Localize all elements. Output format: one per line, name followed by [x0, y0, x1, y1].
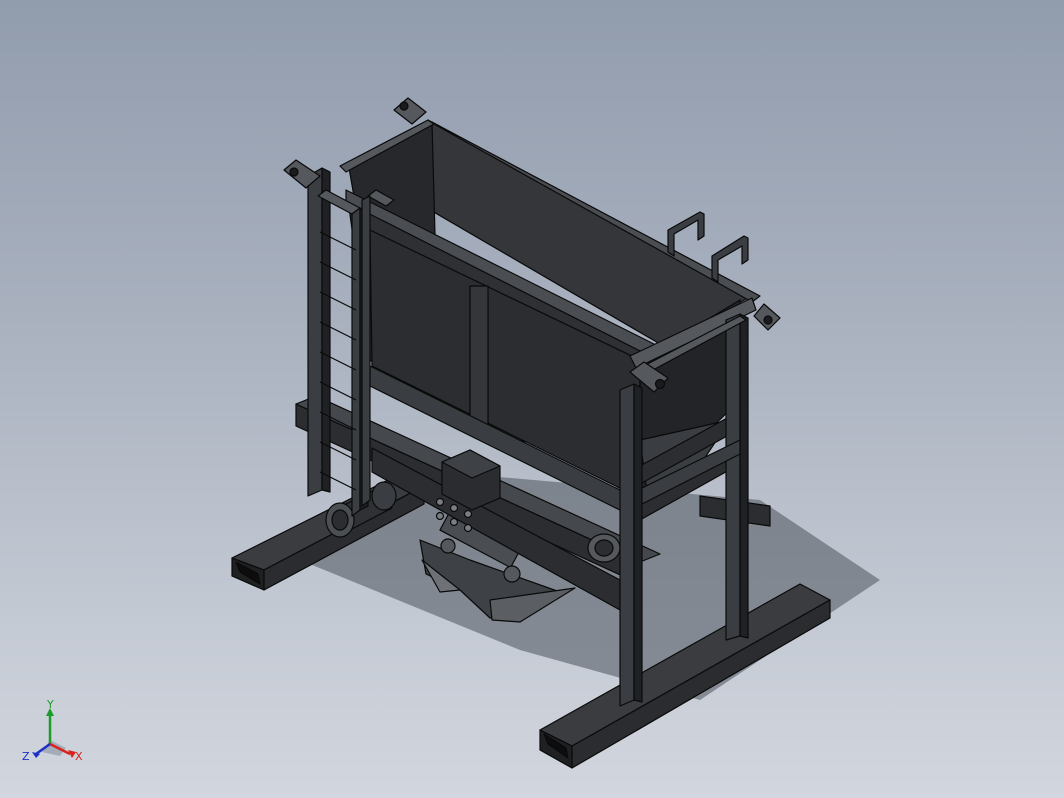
right-front-column[interactable]: [619, 383, 643, 707]
left-front-column[interactable]: [307, 167, 331, 497]
view-orientation-triad[interactable]: Y X Z: [18, 700, 88, 770]
right-rear-column[interactable]: [725, 313, 749, 641]
graphics-viewport[interactable]: Y X Z: [0, 0, 1064, 798]
secondary-motor[interactable]: [587, 533, 621, 563]
hopper-assembly-model[interactable]: [0, 0, 1064, 798]
top-handle-1[interactable]: [667, 211, 705, 257]
top-handle-2[interactable]: [711, 235, 749, 283]
y-axis-label: Y: [46, 700, 54, 711]
lifting-lug-rear-right[interactable]: [753, 303, 781, 331]
x-axis-label: X: [75, 750, 83, 763]
z-axis-label: Z: [22, 750, 30, 763]
lifting-lug-rear-left[interactable]: [393, 97, 427, 125]
